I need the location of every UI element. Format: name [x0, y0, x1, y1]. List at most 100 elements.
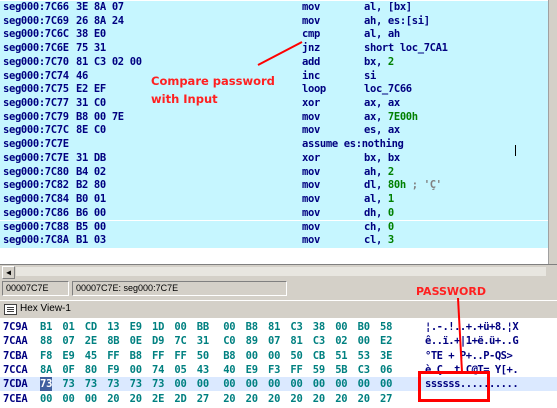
hex-byte[interactable]: B0: [358, 320, 370, 334]
hex-byte[interactable]: 20: [268, 392, 280, 406]
disasm-line[interactable]: seg000:7C82 B2 80 mov dl, 80h ; 'Ç': [0, 179, 548, 194]
hex-byte[interactable]: 88: [40, 334, 52, 348]
hex-byte[interactable]: F3: [268, 363, 280, 377]
disasm-line[interactable]: seg000:7C86 B6 00 mov dh, 0: [0, 206, 548, 221]
hex-byte[interactable]: 45: [85, 349, 97, 363]
hex-byte[interactable]: 38: [313, 320, 325, 334]
disasm-line[interactable]: seg000:7C7C 8E C0 mov es, ax: [0, 124, 548, 139]
hex-byte[interactable]: 06: [380, 363, 392, 377]
hex-byte[interactable]: 27: [380, 392, 392, 406]
hex-byte[interactable]: 73: [152, 377, 164, 391]
disassembly-view[interactable]: seg000:7C66 3E 8A 07 mov al, [bx] seg000:7C6…: [0, 0, 557, 264]
hex-byte[interactable]: FF: [290, 363, 302, 377]
hex-byte[interactable]: B1: [40, 320, 52, 334]
disasm-line[interactable]: seg000:7C7E assume es:nothing: [0, 138, 548, 152]
hex-byte[interactable]: FF: [107, 349, 119, 363]
hex-row[interactable]: 7C9A B1 01 CD 13 E9 1D 00 BB 00 B8 81 C3 38 00 B0 58 ¦.-.…: [0, 320, 557, 334]
hex-byte[interactable]: 00: [268, 349, 280, 363]
hex-byte[interactable]: 00: [85, 392, 97, 406]
hex-byte[interactable]: 73: [62, 377, 74, 391]
disasm-line[interactable]: seg000:7C80 B4 02 mov ah, 2: [0, 165, 548, 180]
hex-byte[interactable]: 8B: [107, 334, 119, 348]
scroll-left-icon[interactable]: ◀: [2, 266, 15, 279]
hex-byte[interactable]: D9: [152, 334, 164, 348]
hex-byte[interactable]: B8: [130, 349, 142, 363]
hex-byte[interactable]: 20: [290, 392, 302, 406]
hex-byte[interactable]: 20: [246, 392, 258, 406]
hex-byte[interactable]: 00: [335, 377, 347, 391]
hex-byte[interactable]: 00: [246, 377, 258, 391]
disasm-line[interactable]: seg000:7C69 26 8A 24 mov ah, es:[si]: [0, 14, 548, 29]
hex-byte[interactable]: 00: [174, 320, 186, 334]
disasm-line[interactable]: seg000:7C7E 31 DB xor bx, bx: [0, 151, 548, 166]
hex-byte[interactable]: 00: [246, 349, 258, 363]
hex-byte[interactable]: 74: [152, 363, 164, 377]
disasm-line[interactable]: seg000:7C6C 38 E0 cmp al, ah: [0, 28, 548, 43]
hex-byte[interactable]: C0: [223, 334, 235, 348]
hex-byte[interactable]: 07: [62, 334, 74, 348]
hex-byte[interactable]: 02: [335, 334, 347, 348]
hex-byte[interactable]: FF: [174, 349, 186, 363]
hex-byte[interactable]: 7C: [174, 334, 186, 348]
hex-byte[interactable]: 59: [313, 363, 325, 377]
hex-byte[interactable]: F8: [40, 349, 52, 363]
hex-byte[interactable]: 00: [223, 377, 235, 391]
scroll-track[interactable]: [16, 267, 546, 276]
hex-byte[interactable]: C3: [358, 363, 370, 377]
disasm-line[interactable]: seg000:7C8A B1 03 mov cl, 3: [0, 234, 548, 248]
hex-byte[interactable]: 51: [335, 349, 347, 363]
disasm-line[interactable]: seg000:7C66 3E 8A 07 mov al, [bx]: [0, 1, 548, 15]
hex-byte[interactable]: 00: [380, 377, 392, 391]
hex-byte[interactable]: 00: [290, 377, 302, 391]
hex-byte[interactable]: 89: [246, 334, 258, 348]
hex-byte[interactable]: C3: [290, 320, 302, 334]
hex-byte[interactable]: 81: [290, 334, 302, 348]
hex-byte[interactable]: B8: [223, 349, 235, 363]
hex-byte[interactable]: 05: [174, 363, 186, 377]
hex-byte[interactable]: 0F: [62, 363, 74, 377]
hex-byte[interactable]: 27: [197, 392, 209, 406]
disasm-line[interactable]: seg000:7C88 B5 00 mov ch, 0: [0, 220, 548, 235]
vertical-scrollbar[interactable]: [548, 0, 557, 264]
hex-byte[interactable]: 1D: [152, 320, 164, 334]
hex-byte[interactable]: 20: [313, 392, 325, 406]
hex-byte[interactable]: 2D: [174, 392, 186, 406]
hex-byte[interactable]: 80: [85, 363, 97, 377]
hex-byte[interactable]: 00: [358, 377, 370, 391]
hex-row[interactable]: 7CBA F8 E9 45 FF B8 FF FF 50 B8 00 00 50 CB 51 53 3E °TE …: [0, 349, 557, 363]
hex-byte[interactable]: E9: [62, 349, 74, 363]
hex-byte[interactable]: 00: [197, 377, 209, 391]
hex-byte[interactable]: 20: [130, 392, 142, 406]
hex-byte[interactable]: 00: [313, 377, 325, 391]
hex-byte[interactable]: 73: [85, 377, 97, 391]
disasm-line[interactable]: seg000:7C6E 75 31 jnz short loc_7CA1: [0, 42, 548, 56]
hex-byte[interactable]: 50: [290, 349, 302, 363]
hex-byte[interactable]: 81: [268, 320, 280, 334]
horizontal-scrollbar[interactable]: ◀: [0, 264, 557, 279]
hex-byte[interactable]: CD: [85, 320, 97, 334]
hex-byte[interactable]: CB: [313, 349, 325, 363]
hex-byte[interactable]: 00: [223, 320, 235, 334]
hex-byte[interactable]: F9: [107, 363, 119, 377]
hex-row[interactable]: 7CAA 88 07 2E 8B 0E D9 7C 31 C0 89 07 81 C3 02 00 E2 ê..ï…: [0, 334, 557, 348]
hex-byte[interactable]: 20: [107, 392, 119, 406]
hex-byte[interactable]: 00: [62, 392, 74, 406]
hex-view-titlebar[interactable]: Hex View-1: [0, 300, 557, 317]
disasm-line[interactable]: seg000:7C79 B8 00 7E mov ax, 7E00h: [0, 110, 548, 125]
hex-byte[interactable]: 20: [223, 392, 235, 406]
hex-byte[interactable]: 3E: [380, 349, 392, 363]
hex-byte[interactable]: 73: [130, 377, 142, 391]
hex-byte[interactable]: E2: [380, 334, 392, 348]
hex-byte[interactable]: 5B: [335, 363, 347, 377]
hex-byte[interactable]: 00: [174, 377, 186, 391]
hex-byte[interactable]: 20: [358, 392, 370, 406]
hex-byte[interactable]: 01: [62, 320, 74, 334]
hex-byte[interactable]: 00: [268, 377, 280, 391]
disasm-line[interactable]: seg000:7C70 81 C3 02 00 add bx, 2: [0, 55, 548, 70]
hex-byte[interactable]: FF: [152, 349, 164, 363]
hex-byte[interactable]: 8A: [40, 363, 52, 377]
hex-byte[interactable]: 50: [197, 349, 209, 363]
hex-byte[interactable]: 00: [40, 392, 52, 406]
hex-byte[interactable]: 58: [380, 320, 392, 334]
hex-byte[interactable]: BB: [197, 320, 209, 334]
